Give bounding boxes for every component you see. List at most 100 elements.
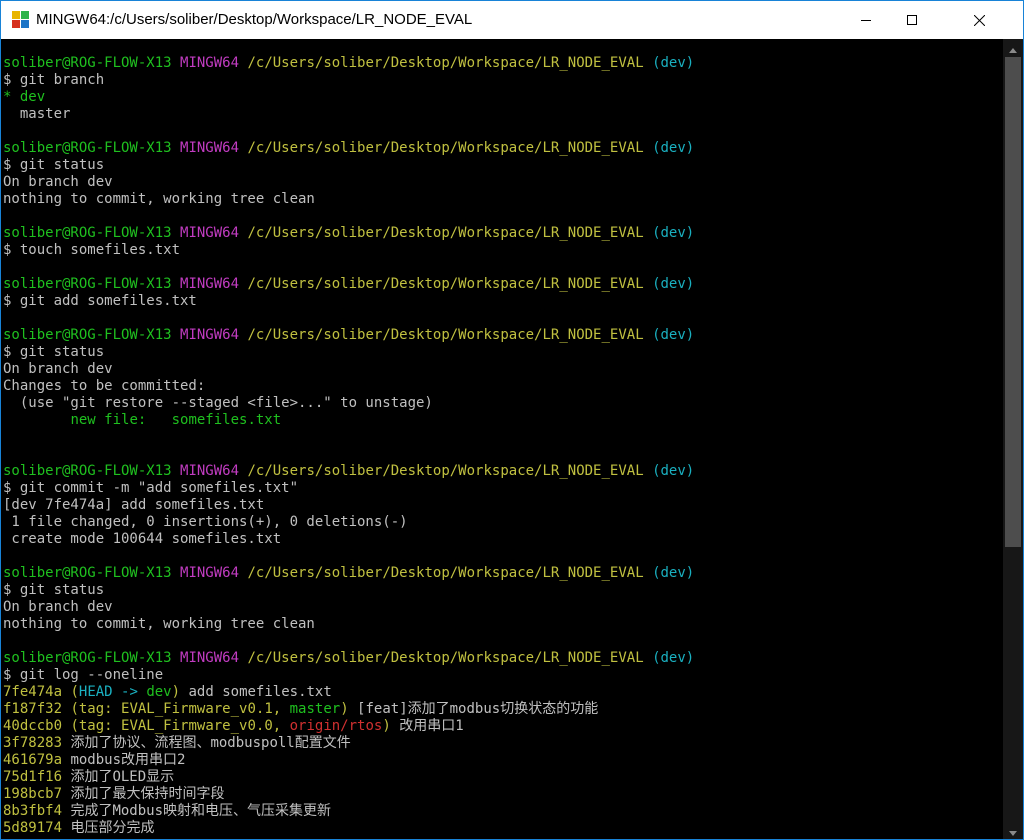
- terminal-line: $ git commit -m "add somefiles.txt": [3, 480, 694, 497]
- terminal-text: /c/Users/soliber/Desktop/Workspace/LR_NO…: [247, 463, 644, 479]
- terminal-text: [dev 7fe474a] add somefiles.txt: [3, 497, 265, 513]
- terminal-text: 5d89174: [3, 820, 63, 836]
- terminal-line: new file: somefiles.txt: [3, 412, 694, 429]
- terminal-line: (use "git restore --staged <file>..." to…: [3, 395, 694, 412]
- terminal-text: 添加了最大保持时间字段: [62, 786, 225, 802]
- scroll-down-button[interactable]: [1003, 822, 1023, 839]
- terminal-text: ): [171, 684, 181, 700]
- terminal-text: /c/Users/soliber/Desktop/Workspace/LR_NO…: [247, 327, 644, 343]
- terminal-line: soliber@ROG-FLOW-X13 MINGW64 /c/Users/so…: [3, 650, 694, 667]
- terminal-text: (dev): [652, 55, 695, 71]
- terminal-text: 1 file changed, 0 insertions(+), 0 delet…: [3, 514, 408, 530]
- terminal-line: 40dccb0 (tag: EVAL_Firmware_v0.0, origin…: [3, 718, 694, 735]
- terminal-text: 添加了协议、流程图、modbuspoll配置文件: [62, 735, 351, 751]
- terminal-line: 198bcb7 添加了最大保持时间字段: [3, 786, 694, 803]
- terminal-output[interactable]: soliber@ROG-FLOW-X13 MINGW64 /c/Users/so…: [1, 39, 1003, 839]
- terminal-line: On branch dev: [3, 361, 694, 378]
- terminal-line: 75d1f16 添加了OLED显示: [3, 769, 694, 786]
- terminal-text: new file: somefiles.txt: [70, 412, 282, 428]
- terminal-text: 电压部分完成: [62, 820, 155, 836]
- terminal-text: On branch dev: [3, 361, 113, 377]
- terminal-line: * dev: [3, 89, 694, 106]
- minimize-icon: [861, 15, 871, 25]
- terminal-text: $ git add somefiles.txt: [3, 293, 197, 309]
- terminal-text: (dev): [652, 225, 695, 241]
- terminal-text: (dev): [652, 650, 695, 666]
- terminal-line: f187f32 (tag: EVAL_Firmware_v0.1, master…: [3, 701, 694, 718]
- maximize-button[interactable]: [889, 1, 935, 39]
- terminal-line: 3f78283 添加了协议、流程图、modbuspoll配置文件: [3, 735, 694, 752]
- close-button[interactable]: [935, 1, 1023, 39]
- terminal-text: dev: [146, 684, 172, 700]
- terminal-text: 7fe474a: [3, 684, 63, 700]
- terminal-text: soliber@ROG-FLOW-X13: [3, 565, 172, 581]
- terminal-text: MINGW64: [180, 55, 240, 71]
- terminal-text: (dev): [652, 565, 695, 581]
- scrollbar-thumb[interactable]: [1005, 57, 1021, 547]
- terminal-text: (use "git restore --staged <file>..." to…: [3, 395, 433, 411]
- terminal-line: $ git status: [3, 157, 694, 174]
- window-title: MINGW64:/c/Users/soliber/Desktop/Workspa…: [36, 11, 473, 28]
- terminal-line: soliber@ROG-FLOW-X13 MINGW64 /c/Users/so…: [3, 225, 694, 242]
- terminal-text: MINGW64: [180, 650, 240, 666]
- terminal-text: nothing to commit, working tree clean: [3, 616, 315, 632]
- terminal-text: nothing to commit, working tree clean: [3, 191, 315, 207]
- terminal-text: (tag: EVAL_Firmware_v0.0,: [70, 718, 290, 734]
- terminal-line: [dev 7fe474a] add somefiles.txt: [3, 497, 694, 514]
- terminal-text: $ git status: [3, 344, 105, 360]
- terminal-text: 198bcb7: [3, 786, 63, 802]
- terminal-text: MINGW64: [180, 276, 240, 292]
- arrow-up-icon: [1009, 38, 1017, 57]
- terminal-text: Changes to be committed:: [3, 378, 206, 394]
- title-bar[interactable]: MINGW64:/c/Users/soliber/Desktop/Workspa…: [1, 1, 1023, 39]
- terminal-lines: soliber@ROG-FLOW-X13 MINGW64 /c/Users/so…: [3, 55, 694, 837]
- terminal-line: 8b3fbf4 完成了Modbus映射和电压、气压采集更新: [3, 803, 694, 820]
- terminal-line: $ git status: [3, 344, 694, 361]
- terminal-text: soliber@ROG-FLOW-X13: [3, 55, 172, 71]
- close-icon: [973, 14, 985, 26]
- terminal-text: soliber@ROG-FLOW-X13: [3, 276, 172, 292]
- terminal-text: origin/rtos: [289, 718, 383, 734]
- minimize-button[interactable]: [843, 1, 889, 39]
- terminal-text: $ git status: [3, 582, 105, 598]
- terminal-line: soliber@ROG-FLOW-X13 MINGW64 /c/Users/so…: [3, 140, 694, 157]
- terminal-text: $ git status: [3, 157, 105, 173]
- terminal-text: soliber@ROG-FLOW-X13: [3, 225, 172, 241]
- terminal-text: MINGW64: [180, 463, 240, 479]
- vertical-scrollbar[interactable]: [1003, 39, 1023, 839]
- terminal-text: MINGW64: [180, 225, 240, 241]
- terminal-text: HEAD ->: [78, 684, 147, 700]
- terminal-text: (dev): [652, 140, 695, 156]
- terminal-text: 完成了Modbus映射和电压、气压采集更新: [62, 803, 332, 819]
- terminal-text: 75d1f16: [3, 769, 63, 785]
- terminal-line: $ touch somefiles.txt: [3, 242, 694, 259]
- terminal-text: create mode 100644 somefiles.txt: [3, 531, 282, 547]
- terminal-line: 1 file changed, 0 insertions(+), 0 delet…: [3, 514, 694, 531]
- terminal-line: $ git add somefiles.txt: [3, 293, 694, 310]
- terminal-line: soliber@ROG-FLOW-X13 MINGW64 /c/Users/so…: [3, 463, 694, 480]
- terminal-line: $ git status: [3, 582, 694, 599]
- terminal-line: $ git branch: [3, 72, 694, 89]
- terminal-text: (dev): [652, 327, 695, 343]
- terminal-text: ): [340, 701, 349, 717]
- terminal-text: 40dccb0: [3, 718, 63, 734]
- terminal-line: 461679a modbus改用串口2: [3, 752, 694, 769]
- scroll-up-button[interactable]: [1003, 39, 1023, 56]
- terminal-text: /c/Users/soliber/Desktop/Workspace/LR_NO…: [247, 276, 644, 292]
